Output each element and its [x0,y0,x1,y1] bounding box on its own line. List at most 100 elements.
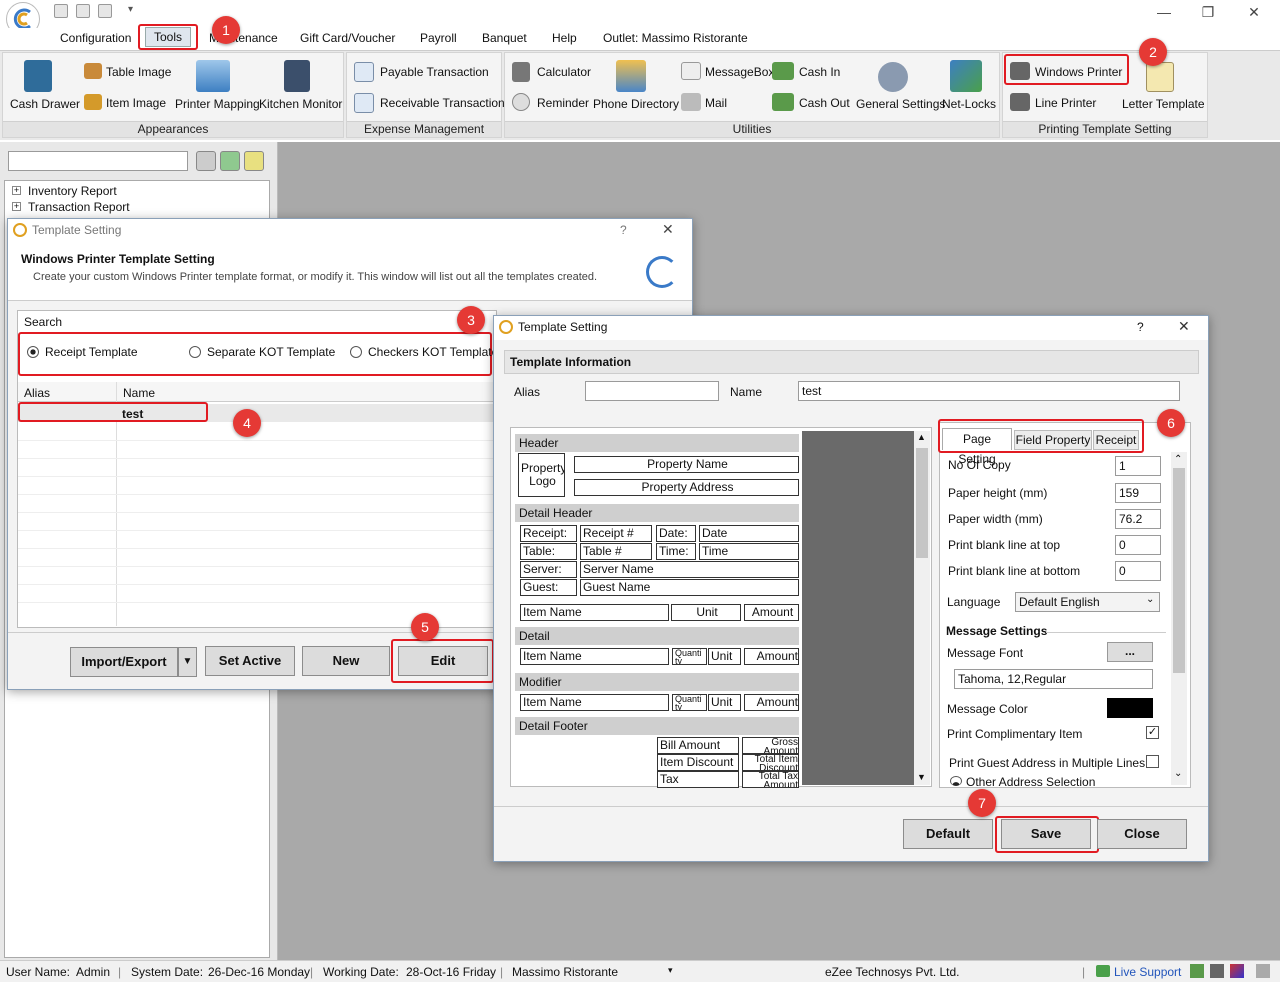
time-field[interactable]: Time [699,543,799,560]
payable-transaction-button[interactable]: Payable Transaction [380,65,489,79]
radio-separate-kot[interactable] [189,346,201,358]
menu-tools[interactable]: Tools [145,27,191,47]
language-select[interactable]: Default English [1015,592,1160,612]
close-button[interactable]: Close [1097,819,1187,849]
live-support-link[interactable]: Live Support [1114,965,1181,979]
unit-header-field[interactable]: Unit [671,604,741,621]
sort-icon[interactable] [244,151,264,171]
reminder-button[interactable]: Reminder [537,96,589,110]
guest-label-field[interactable]: Guest: [520,579,577,596]
default-button[interactable]: Default [903,819,993,849]
total-tax-amount-field[interactable]: Total Tax Amount [742,771,799,788]
scroll-up-icon[interactable]: ▲ [917,432,926,442]
cash-drawer-button[interactable]: Cash Drawer [10,97,80,111]
printer-mapping-button[interactable]: Printer Mapping [175,97,260,111]
col-alias[interactable]: Alias [24,386,50,400]
row-name[interactable]: test [122,407,143,421]
scroll-down-icon[interactable]: ⌄ [1174,768,1182,779]
dialog-close-icon[interactable]: ✕ [1178,318,1190,335]
tools-icon[interactable] [1256,964,1270,978]
quick-access-lock-icon[interactable] [98,4,112,18]
radio-checkers-kot[interactable] [350,346,362,358]
quick-access-dropdown-icon[interactable]: ▾ [128,4,133,15]
blank-bottom-input[interactable]: 0 [1115,561,1161,581]
amount-header-field[interactable]: Amount [744,604,799,621]
cash-in-button[interactable]: Cash In [799,65,840,79]
table-no-field[interactable]: Table # [580,543,652,560]
col-name[interactable]: Name [123,386,155,400]
restore-icon[interactable]: ❐ [1198,4,1218,21]
new-button[interactable]: New [302,646,390,676]
gross-amount-field[interactable]: Gross Amount [742,737,799,754]
menu-help[interactable]: Help [552,31,577,45]
time-label-field[interactable]: Time: [656,543,696,560]
import-export-button[interactable]: Import/Export [70,647,178,677]
radio-separate-kot-label[interactable]: Separate KOT Template [207,345,335,359]
print-guest-address-checkbox[interactable] [1146,755,1159,768]
windows-printer-button[interactable]: Windows Printer [1035,65,1122,79]
tax-field[interactable]: Tax [657,771,739,788]
alias-input[interactable] [585,381,719,401]
help-button[interactable]: ? [1137,320,1144,334]
import-export-dropdown-icon[interactable]: ▼ [178,647,197,677]
letter-template-button[interactable]: Letter Template [1122,97,1205,111]
table-image-button[interactable]: Table Image [106,65,171,79]
expand-icon[interactable]: + [12,186,21,195]
scroll-up-icon[interactable]: ⌃ [1174,454,1182,465]
bill-amount-field[interactable]: Bill Amount [657,737,739,754]
kitchen-monitor-button[interactable]: Kitchen Monitor [259,97,342,111]
cash-out-button[interactable]: Cash Out [799,96,850,110]
find-icon[interactable] [196,151,216,171]
modifier-amount-field[interactable]: Amount [744,694,799,711]
tree-item[interactable]: Transaction Report [28,200,130,214]
scroll-thumb[interactable] [916,448,928,558]
phone-directory-button[interactable]: Phone Directory [593,97,679,111]
net-locks-button[interactable]: Net-Locks [942,97,996,111]
save-button[interactable]: Save [1001,819,1091,849]
menu-outlet[interactable]: Outlet: Massimo Ristorante [603,31,748,45]
font-picker-button[interactable]: ... [1107,642,1153,662]
server-name-field[interactable]: Server Name [580,561,799,578]
set-active-button[interactable]: Set Active [205,646,295,676]
property-name-field[interactable]: Property Name [574,456,799,473]
tab-page-setting[interactable]: Page Setting [942,428,1012,466]
radio-checkers-kot-label[interactable]: Checkers KOT Template [368,345,498,359]
menu-giftcard[interactable]: Gift Card/Voucher [300,31,395,45]
receipt-label-field[interactable]: Receipt: [520,525,577,542]
server-label-field[interactable]: Server: [520,561,577,578]
quick-access-print-icon[interactable] [76,4,90,18]
outlet-value[interactable]: Massimo Ristorante [512,965,618,979]
date-label-field[interactable]: Date: [656,525,696,542]
window-close-icon[interactable]: ✕ [1244,4,1264,21]
tab-field-property[interactable]: Field Property [1014,430,1092,450]
messagebox-button[interactable]: MessageBox [705,65,774,79]
menu-banquet[interactable]: Banquet [482,31,527,45]
menu-configuration[interactable]: Configuration [60,31,131,45]
tree-item[interactable]: Inventory Report [28,184,117,198]
quick-access-grid-icon[interactable] [54,4,68,18]
amount-field[interactable]: Amount [744,648,799,665]
no-of-copy-input[interactable]: 1 [1115,456,1161,476]
modifier-unit-field[interactable]: Unit [708,694,741,711]
receivable-transaction-button[interactable]: Receivable Transaction [380,96,505,110]
dialog-close-icon[interactable]: ✕ [662,221,674,238]
modifier-quantity-field[interactable]: Quanti ty [672,694,707,711]
radio-receipt-label[interactable]: Receipt Template [45,345,138,359]
print-complimentary-checkbox[interactable]: ✓ [1146,726,1159,739]
flag-icon[interactable] [1190,964,1204,978]
message-color-swatch[interactable] [1107,698,1153,718]
live-support-icon[interactable] [1096,965,1110,977]
minimize-icon[interactable]: — [1154,4,1174,20]
paper-height-input[interactable]: 159 [1115,483,1161,503]
receipt-no-field[interactable]: Receipt # [580,525,652,542]
item-name-field[interactable]: Item Name [520,648,669,665]
edit-button[interactable]: Edit [398,646,488,676]
font-value-field[interactable]: Tahoma, 12,Regular [954,669,1153,689]
prop-scroll-thumb[interactable] [1173,468,1185,673]
item-discount-field[interactable]: Item Discount [657,754,739,771]
item-image-button[interactable]: Item Image [106,96,166,110]
refresh-icon[interactable] [220,151,240,171]
quantity-field[interactable]: Quanti ty [672,648,707,665]
radio-receipt[interactable] [27,346,39,358]
general-settings-button[interactable]: General Settings [856,97,945,111]
